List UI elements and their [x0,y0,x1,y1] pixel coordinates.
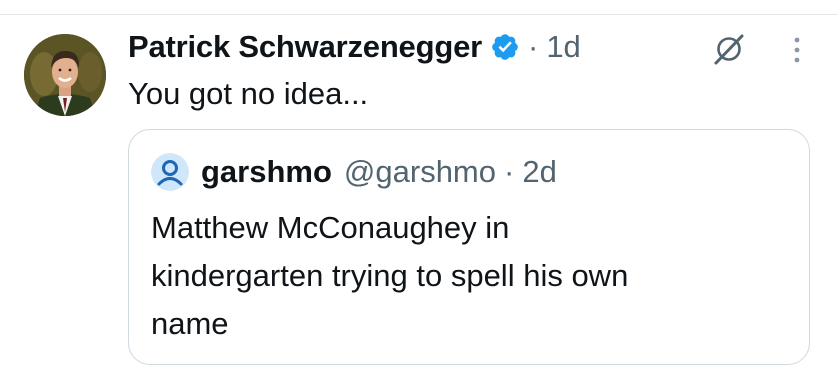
default-avatar-icon[interactable] [151,153,189,191]
quote-author-handle[interactable]: @garshmo [344,154,496,190]
verified-badge-icon [490,32,520,62]
tweet-text: You got no idea... [128,76,369,111]
quote-header: garshmo @garshmo · 2d [151,152,557,192]
quote-tweet-card[interactable]: garshmo @garshmo · 2d Matthew McConaughe… [128,129,810,365]
post-time[interactable]: 1d [546,29,580,65]
quote-text-line: kindergarten trying to spell his own [151,258,629,293]
tweet-header: Patrick Schwarzenegger · 1d [128,26,581,68]
top-divider [0,14,838,15]
quote-text-line: Matthew McConaughey in [151,210,510,245]
quote-text: Matthew McConaughey in kindergarten tryi… [151,204,791,348]
quote-post-time[interactable]: 2d [522,154,556,190]
quote-author-name[interactable]: garshmo [201,154,332,190]
grok-icon[interactable] [712,32,746,66]
author-name[interactable]: Patrick Schwarzenegger [128,29,482,65]
quote-time-separator: · [504,154,515,189]
author-avatar[interactable] [24,34,106,116]
time-separator: · [527,29,539,64]
quote-text-line: name [151,306,229,341]
more-options-icon[interactable] [786,34,808,66]
